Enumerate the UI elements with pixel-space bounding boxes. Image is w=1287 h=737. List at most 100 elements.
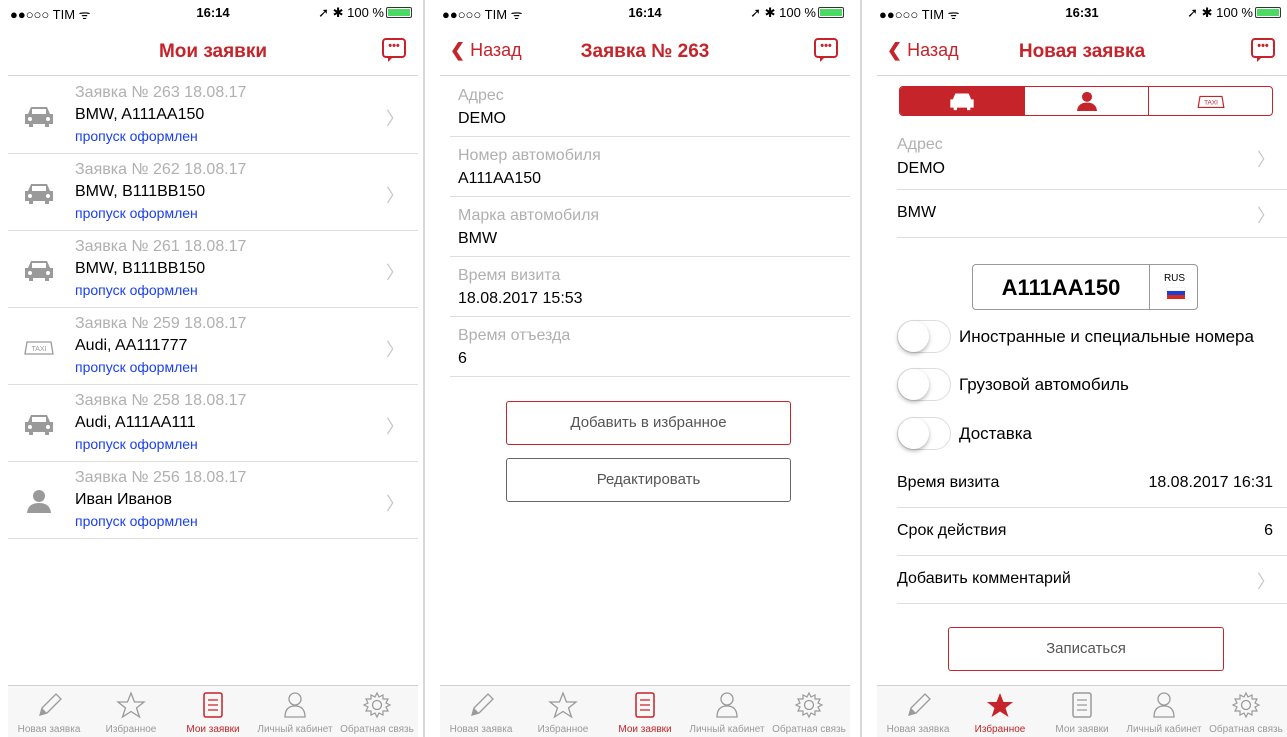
- chevron-right-icon: 〉: [386, 109, 404, 129]
- foreign-plates-toggle[interactable]: [897, 320, 951, 353]
- user-icon: [712, 691, 742, 719]
- tab-label: Обратная связь: [772, 724, 846, 735]
- visit-time-row[interactable]: Время визита 18.08.2017 16:31: [897, 460, 1287, 508]
- screen-new-request: ●●○○○ TIM ᯤ 16:31 ➚ ✱ 100 % ❮ Назад Нова…: [877, 0, 1287, 737]
- validity-value: 6: [1264, 522, 1273, 539]
- toggle-label: Грузовой автомобиль: [959, 375, 1129, 394]
- status-right: ➚ ✱ 100 %: [318, 5, 412, 21]
- field-value: A111AA150: [458, 170, 542, 187]
- chevron-right-icon: 〉: [1257, 150, 1275, 170]
- tab-favorites[interactable]: Избранное: [90, 685, 172, 737]
- feedback-chat-icon[interactable]: •••: [382, 38, 406, 62]
- car-icon: [22, 181, 56, 205]
- comment-label: Добавить комментарий: [897, 570, 1071, 587]
- plate-number: A111AA150: [1001, 275, 1121, 300]
- segment-taxi[interactable]: [1148, 87, 1272, 115]
- tab-bar: Новая заявка Избранное Мои заявки Личный…: [440, 685, 850, 737]
- chevron-right-icon: 〉: [386, 417, 404, 437]
- status-right: ➚ ✱ 100 %: [750, 5, 844, 21]
- request-row[interactable]: Заявка № 261 18.08.17 BMW, B111BB150 пропу…: [8, 231, 418, 308]
- tab-label: Обратная связь: [340, 724, 414, 735]
- field-label: Марка автомобиля: [458, 207, 600, 224]
- tab-account[interactable]: Личный кабинет: [686, 685, 768, 737]
- request-status: пропуск оформлен: [75, 282, 198, 298]
- feedback-chat-icon[interactable]: •••: [1251, 38, 1275, 62]
- truck-toggle[interactable]: [897, 368, 951, 401]
- segment-car[interactable]: [900, 87, 1024, 115]
- list-icon: [198, 691, 228, 719]
- field-value: 18.08.2017 15:53: [458, 290, 583, 307]
- field-address: Адрес DEMO: [450, 77, 850, 137]
- delivery-toggle[interactable]: [897, 417, 951, 450]
- user-icon: [1149, 691, 1179, 719]
- field-brand: Марка автомобиля BMW: [450, 197, 850, 257]
- star-icon: [116, 691, 146, 719]
- visit-time-label: Время визита: [897, 474, 1000, 491]
- add-to-favorites-button[interactable]: Добавить в избранное: [506, 401, 791, 445]
- tab-feedback[interactable]: Обратная связь: [336, 685, 418, 737]
- request-header: Заявка № 259 18.08.17: [75, 315, 247, 332]
- taxi-icon: [22, 335, 56, 359]
- tab-favorites[interactable]: Избранное: [959, 685, 1041, 737]
- request-header: Заявка № 261 18.08.17: [75, 238, 247, 255]
- address-row[interactable]: Адрес DEMO 〉: [897, 126, 1287, 190]
- request-row[interactable]: Заявка № 258 18.08.17 Audi, A111AA111 проп…: [8, 385, 418, 462]
- battery-label: 100 %: [1216, 5, 1253, 20]
- request-header: Заявка № 263 18.08.17: [75, 84, 247, 101]
- gear-icon: [1231, 691, 1261, 719]
- chevron-right-icon: 〉: [386, 263, 404, 283]
- chevron-right-icon: 〉: [386, 494, 404, 514]
- field-departure-time: Время отъезда 6: [450, 317, 850, 377]
- list-icon: [630, 691, 660, 719]
- field-plate: Номер автомобиля A111AA150: [450, 137, 850, 197]
- tab-new-request[interactable]: Новая заявка: [877, 685, 959, 737]
- chevron-right-icon: 〉: [1257, 572, 1275, 592]
- chevron-right-icon: 〉: [1257, 206, 1275, 226]
- car-icon: [22, 412, 56, 436]
- page-title: Заявка № 263: [580, 41, 710, 62]
- segment-person[interactable]: [1024, 87, 1148, 115]
- person-icon: [1072, 91, 1102, 111]
- battery-icon: [818, 7, 844, 18]
- field-label: Адрес: [458, 87, 504, 104]
- edit-button[interactable]: Редактировать: [506, 458, 791, 502]
- toggle-label: Иностранные и специальные номера: [959, 327, 1254, 346]
- star-icon: [548, 691, 578, 719]
- tab-favorites[interactable]: Избранное: [522, 685, 604, 737]
- request-row[interactable]: Заявка № 263 18.08.17 BMW, A111AA150 пропу…: [8, 77, 418, 154]
- validity-row[interactable]: Срок действия 6: [897, 508, 1287, 556]
- submit-button[interactable]: Записаться: [948, 627, 1224, 671]
- battery-icon: [1255, 7, 1281, 18]
- tab-my-requests[interactable]: Мои заявки: [172, 685, 254, 737]
- list-icon: [1067, 691, 1097, 719]
- comment-row[interactable]: Добавить комментарий 〉: [897, 556, 1287, 604]
- location-bluetooth-icon: ➚ ✱: [1187, 5, 1213, 20]
- status-bar: ●●○○○ TIM ᯤ 16:14 ➚ ✱ 100 %: [440, 0, 850, 22]
- request-status: пропуск оформлен: [75, 513, 198, 529]
- tab-feedback[interactable]: Обратная связь: [768, 685, 850, 737]
- tab-new-request[interactable]: Новая заявка: [8, 685, 90, 737]
- request-main: BMW, B111BB150: [75, 183, 206, 200]
- request-row[interactable]: Заявка № 259 18.08.17 Audi, AA111777 пропу…: [8, 308, 418, 385]
- chevron-right-icon: 〉: [386, 340, 404, 360]
- tab-account[interactable]: Личный кабинет: [254, 685, 336, 737]
- tab-label: Обратная связь: [1209, 724, 1283, 735]
- field-visit-time: Время визита 18.08.2017 15:53: [450, 257, 850, 317]
- tab-new-request[interactable]: Новая заявка: [440, 685, 522, 737]
- license-plate-input[interactable]: A111AA150 RUS: [972, 264, 1198, 310]
- tab-my-requests[interactable]: Мои заявки: [604, 685, 686, 737]
- request-row[interactable]: Заявка № 262 18.08.17 BMW, B111BB150 пропу…: [8, 154, 418, 231]
- pencil-icon: [34, 691, 64, 719]
- brand-row[interactable]: BMW 〉: [897, 190, 1287, 238]
- validity-label: Срок действия: [897, 522, 1007, 539]
- status-bar: ●●○○○ TIM ᯤ 16:14 ➚ ✱ 100 %: [8, 0, 418, 22]
- tab-my-requests[interactable]: Мои заявки: [1041, 685, 1123, 737]
- chevron-right-icon: 〉: [386, 186, 404, 206]
- request-main: Иван Иванов: [75, 491, 172, 508]
- tab-account[interactable]: Личный кабинет: [1123, 685, 1205, 737]
- request-status: пропуск оформлен: [75, 205, 198, 221]
- tab-feedback[interactable]: Обратная связь: [1205, 685, 1287, 737]
- request-row[interactable]: Заявка № 256 18.08.17 Иван Иванов пропуск …: [8, 462, 418, 539]
- navbar: Мои заявки •••: [8, 22, 418, 76]
- feedback-chat-icon[interactable]: •••: [814, 38, 838, 62]
